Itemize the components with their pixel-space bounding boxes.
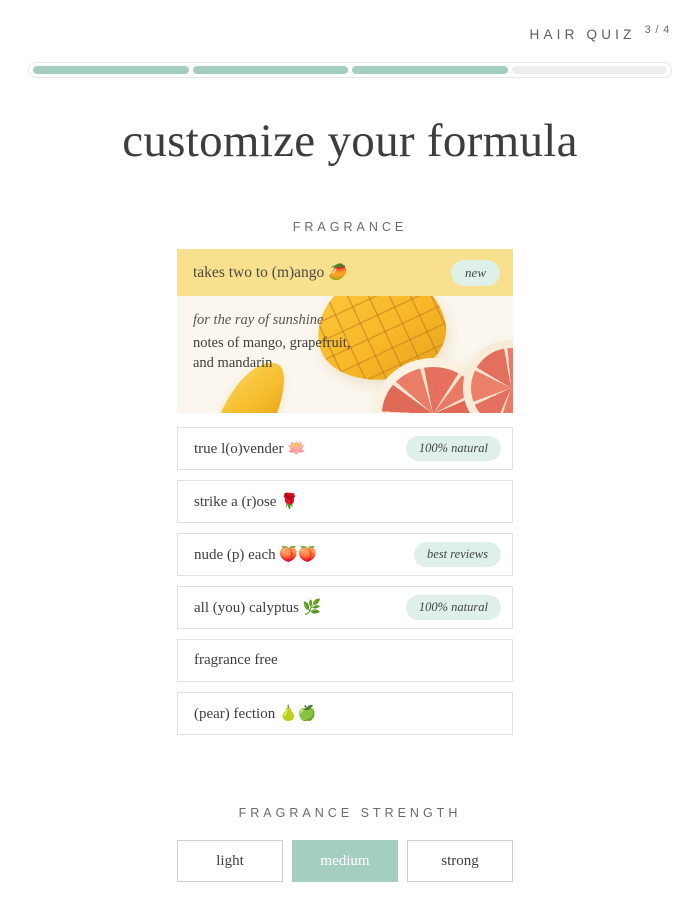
fragrance-option-rose[interactable]: strike a (r)ose 🌹	[177, 480, 513, 523]
fragrance-option-pear[interactable]: (pear) fection 🍐🍏	[177, 692, 513, 735]
featured-card-tagline: for the ray of sunshine	[193, 312, 324, 328]
progress-segment-2	[192, 66, 348, 74]
option-label: strike a (r)ose 🌹	[194, 494, 299, 510]
featured-card-header: takes two to (m)ango 🥭 new	[177, 249, 513, 296]
strength-option-label: medium	[320, 852, 370, 869]
option-badge: 100% natural	[405, 595, 501, 620]
option-badge: 100% natural	[405, 436, 501, 461]
fragrance-strength-group: light medium strong	[177, 840, 513, 882]
fragrance-option-lavender[interactable]: true l(o)vender 🪷 100% natural	[177, 427, 513, 470]
fragrance-option-featured-mango[interactable]: takes two to (m)ango 🥭 new for the ray o…	[177, 249, 513, 413]
grapefruit-half-secondary-icon	[463, 340, 513, 413]
strength-option-label: light	[216, 852, 244, 869]
option-label: true l(o)vender 🪷	[194, 441, 306, 457]
option-label: fragrance free	[194, 652, 278, 668]
strength-option-light[interactable]: light	[177, 840, 283, 882]
fragrance-section-label: FRAGRANCE	[292, 220, 408, 234]
progress-segment-3	[352, 66, 508, 74]
progress-bar	[28, 62, 672, 78]
quiz-title: HAIR QUIZ	[529, 27, 636, 42]
fragrance-option-peach[interactable]: nude (p) each 🍑🍑 best reviews	[177, 533, 513, 576]
featured-card-body: for the ray of sunshine notes of mango, …	[177, 296, 513, 413]
progress-segment-4	[511, 66, 667, 74]
strength-option-label: strong	[441, 852, 479, 869]
option-badge: best reviews	[414, 542, 501, 567]
strength-option-medium[interactable]: medium	[292, 840, 398, 882]
option-label: nude (p) each 🍑🍑	[194, 547, 317, 563]
progress-segment-1	[33, 66, 189, 74]
page-title: customize your formula	[122, 115, 578, 167]
featured-card-title: takes two to (m)ango 🥭	[193, 264, 348, 281]
featured-card-text: for the ray of sunshine notes of mango, …	[193, 312, 353, 373]
option-label: (pear) fection 🍐🍏	[194, 706, 317, 722]
fragrance-options-list: true l(o)vender 🪷 100% natural strike a …	[177, 427, 513, 735]
quiz-step-counter: 3 / 4	[644, 24, 670, 36]
featured-card-notes: notes of mango, grapefruit, and mandarin	[193, 335, 351, 371]
fragrance-option-eucalyptus[interactable]: all (you) calyptus 🌿 100% natural	[177, 586, 513, 629]
new-badge: new	[451, 259, 500, 286]
fragrance-strength-label: FRAGRANCE STRENGTH	[238, 806, 462, 820]
strength-option-strong[interactable]: strong	[407, 840, 513, 882]
quiz-header: HAIR QUIZ 3 / 4	[529, 24, 670, 42]
fragrance-option-fragrance-free[interactable]: fragrance free	[177, 639, 513, 682]
option-label: all (you) calyptus 🌿	[194, 600, 322, 616]
